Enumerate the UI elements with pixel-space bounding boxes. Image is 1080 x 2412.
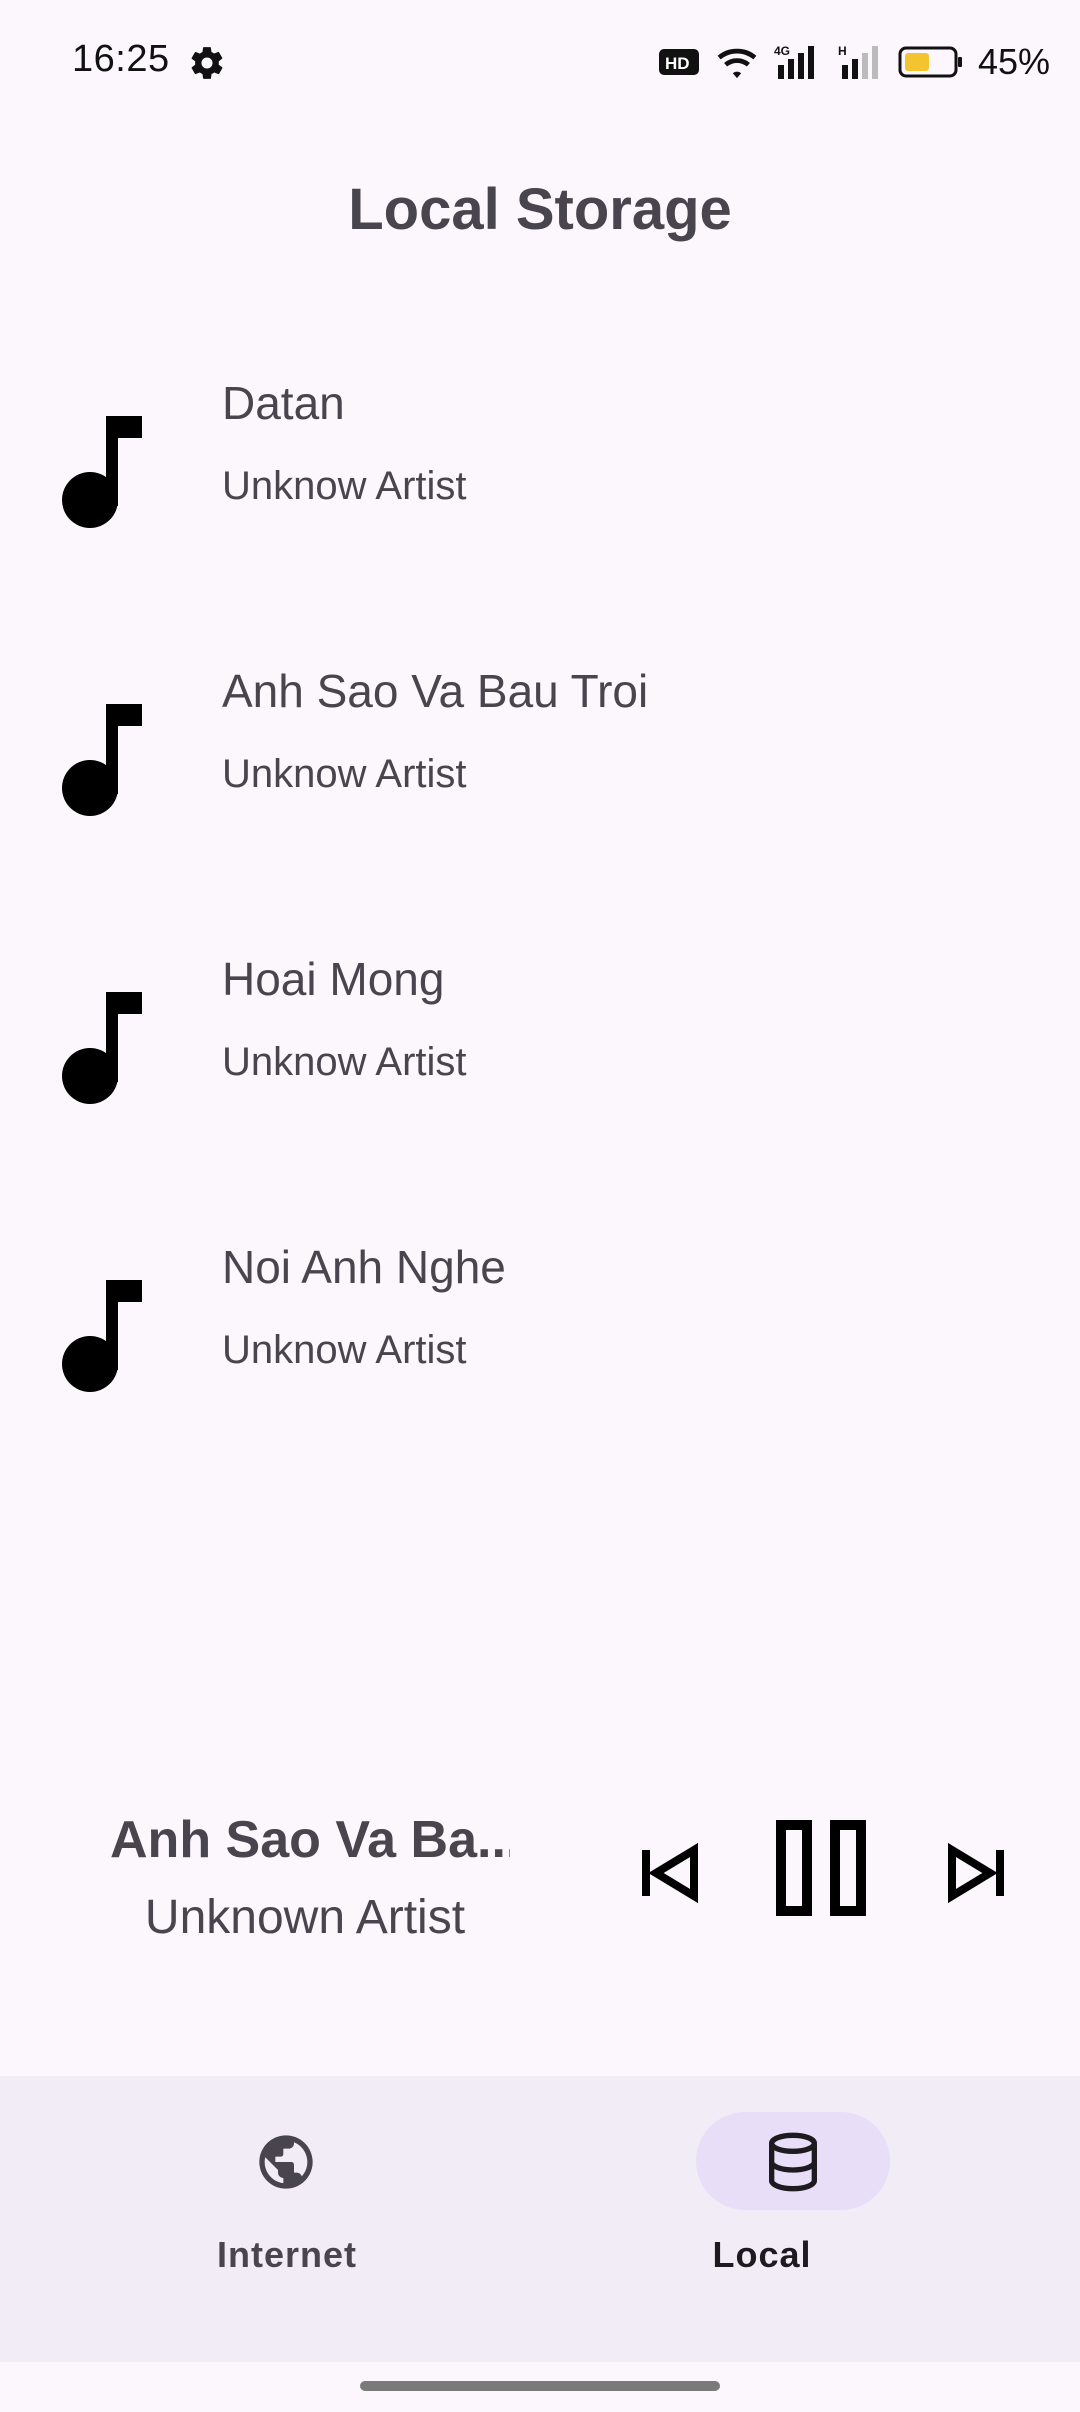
- svg-text:HD: HD: [665, 54, 690, 73]
- nav-label-local: Local: [712, 2234, 812, 2275]
- song-artist: Unknow Artist: [222, 752, 467, 796]
- app-screen: 16:25 HD 4G H 45% Local Storage Datan Un…: [0, 0, 1080, 2412]
- signal-icon: H: [838, 44, 878, 79]
- nav-label-internet: Internet: [216, 2234, 357, 2275]
- hd-icon: HD: [658, 49, 699, 75]
- battery-percentage: 45%: [977, 41, 1050, 82]
- song-list-item[interactable]: Anh Sao Va Bau Troi Unknow Artist: [0, 628, 1080, 916]
- music-note-icon: [62, 992, 142, 1104]
- svg-text:4G: 4G: [774, 44, 790, 58]
- page-title: Local Storage: [348, 177, 732, 242]
- song-list-item[interactable]: Hoai Mong Unknow Artist: [0, 916, 1080, 1204]
- music-note-icon: [62, 704, 142, 816]
- wifi-icon: [717, 48, 757, 79]
- status-bar: 16:25 HD 4G H 45%: [0, 0, 1080, 124]
- home-indicator[interactable]: [360, 2381, 720, 2391]
- song-title: Noi Anh Nghe: [222, 1241, 506, 1293]
- song-list: Datan Unknow Artist Anh Sao Va Bau Troi …: [0, 340, 1080, 1492]
- song-artist: Unknow Artist: [222, 464, 467, 508]
- battery-icon: [898, 46, 962, 78]
- song-title: Hoai Mong: [222, 953, 445, 1005]
- now-playing-bar[interactable]: Anh Sao Va Ba... Unknown Artist: [0, 1790, 1080, 1980]
- song-title: Anh Sao Va Bau Troi: [222, 665, 649, 717]
- song-list-item[interactable]: Datan Unknow Artist: [0, 340, 1080, 628]
- music-note-icon: [62, 416, 142, 528]
- 4g-signal-icon: 4G: [774, 44, 814, 79]
- nav-item-local[interactable]: Local: [540, 2076, 1080, 2362]
- song-artist: Unknow Artist: [222, 1328, 467, 1372]
- music-note-icon: [62, 1280, 142, 1392]
- globe-icon: [259, 2135, 313, 2189]
- nav-item-internet[interactable]: Internet: [0, 2076, 540, 2362]
- settings-gear-icon: [191, 47, 223, 79]
- svg-text:H: H: [838, 44, 847, 58]
- status-icons: HD 4G H 45%: [658, 40, 1050, 84]
- song-artist: Unknow Artist: [222, 1040, 467, 1084]
- skip-previous-icon[interactable]: [636, 1840, 702, 1906]
- song-list-item[interactable]: Noi Anh Nghe Unknow Artist: [0, 1204, 1080, 1492]
- song-title: Datan: [222, 377, 345, 429]
- pause-icon[interactable]: [776, 1820, 866, 1916]
- status-time: 16:25: [72, 38, 170, 80]
- now-playing-artist: Unknown Artist: [144, 1891, 466, 1944]
- database-icon: [769, 2132, 817, 2192]
- now-playing-title: Anh Sao Va Ba...: [110, 1811, 510, 1869]
- bottom-navigation: Internet Local: [0, 2076, 1080, 2362]
- skip-next-icon[interactable]: [944, 1840, 1010, 1906]
